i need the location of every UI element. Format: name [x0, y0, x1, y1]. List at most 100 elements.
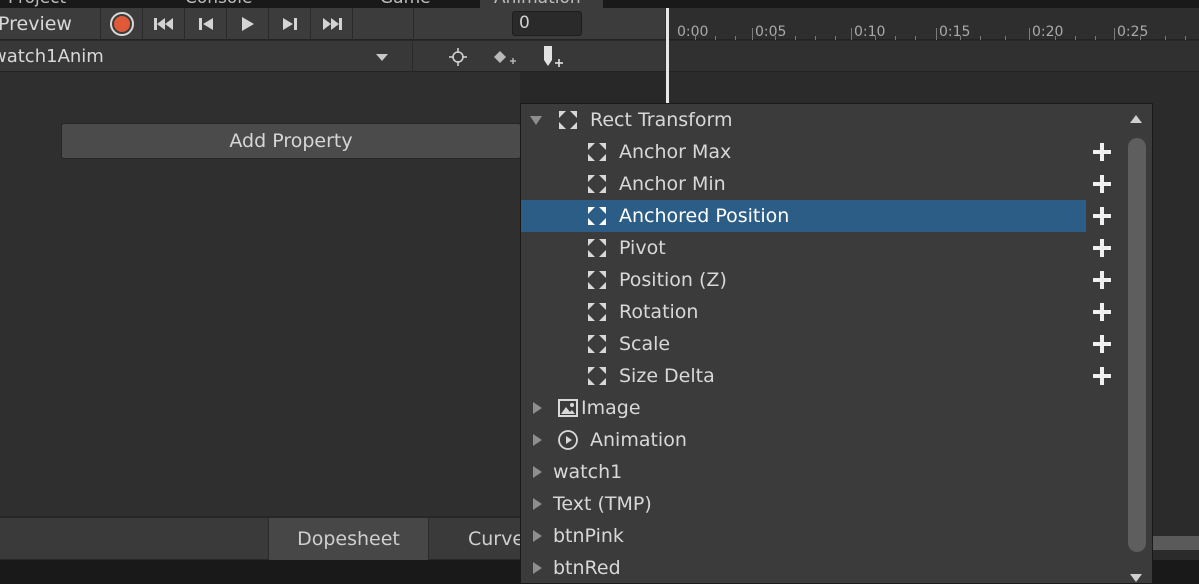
view-mode-tabs: Dopesheet Curves [0, 517, 520, 560]
tree-group-text-tmp[interactable]: Text (TMP) [521, 488, 1086, 520]
tree-group-label: Text (TMP) [553, 493, 652, 515]
add-keyframe-icon [494, 50, 516, 64]
window-tab-strip: Project Console Game Animation [0, 0, 1199, 8]
property-scale[interactable]: Scale [521, 328, 1086, 360]
property-pivot[interactable]: Pivot [521, 232, 1086, 264]
filter-selection-button[interactable] [435, 41, 481, 72]
tree-group-btnred[interactable]: btnRed [521, 552, 1086, 583]
tree-group-label: watch1 [553, 461, 623, 483]
tree-group-label: Image [581, 397, 641, 419]
add-property-plus-icon[interactable] [1091, 237, 1113, 259]
animation-component-icon [558, 430, 578, 450]
previous-keyframe-button[interactable] [185, 8, 227, 40]
rect-transform-icon [588, 207, 606, 225]
add-keyframe-button[interactable] [482, 41, 528, 72]
rect-transform-icon [588, 367, 606, 385]
minor-tick [1005, 36, 1006, 40]
play-button[interactable] [227, 8, 269, 40]
property-label: Pivot [619, 237, 666, 259]
property-label: Scale [619, 333, 671, 355]
minor-tick [915, 36, 916, 40]
next-keyframe-button[interactable] [269, 8, 311, 40]
tree-group-image[interactable]: Image [521, 392, 1086, 424]
rect-transform-icon [588, 335, 606, 353]
major-tick [936, 28, 937, 40]
minor-tick [775, 36, 776, 40]
tree-group-btnpink[interactable]: btnPink [521, 520, 1086, 552]
add-property-button[interactable]: Add Property [61, 123, 521, 159]
first-keyframe-button[interactable] [143, 8, 185, 40]
clip-name: watch1Anim [0, 46, 104, 67]
property-label: Anchor Max [619, 141, 732, 163]
tab-dopesheet[interactable]: Dopesheet [268, 518, 429, 560]
timeline-event-row[interactable] [665, 41, 1199, 72]
tick-label: 0:25 [1117, 24, 1149, 40]
property-size-delta[interactable]: Size Delta [521, 360, 1086, 392]
add-property-plus-icon[interactable] [1091, 301, 1113, 323]
tab-game[interactable]: Game [380, 0, 431, 8]
tab-curves[interactable]: Curves [430, 518, 520, 560]
minor-tick [895, 36, 896, 40]
foldout-closed-icon [533, 434, 542, 446]
record-icon [109, 12, 134, 36]
add-property-plus-icon[interactable] [1091, 173, 1113, 195]
property-label: Anchor Min [619, 173, 726, 195]
minor-tick [815, 36, 816, 40]
rect-transform-icon [588, 239, 606, 257]
last-keyframe-button[interactable] [311, 8, 353, 40]
minor-tick [1185, 36, 1186, 40]
tree-group-label: btnRed [553, 557, 621, 579]
minor-tick [835, 36, 836, 40]
dropdown-arrow-icon [376, 54, 388, 61]
foldout-closed-icon [533, 466, 542, 478]
preview-button[interactable]: Preview [0, 8, 101, 40]
rect-transform-icon [588, 143, 606, 161]
tree-group-animation[interactable]: Animation [521, 424, 1086, 456]
tab-project[interactable]: Project [8, 0, 66, 8]
clip-dropdown[interactable]: watch1Anim [0, 41, 413, 72]
tick-label: 0:15 [939, 24, 971, 40]
playhead[interactable] [666, 8, 669, 104]
add-property-plus-icon[interactable] [1091, 269, 1113, 291]
timeline-ruler[interactable]: 0:00 0:05 0:10 0:15 0:20 0:25 [665, 8, 1199, 40]
minor-tick [875, 36, 876, 40]
scroll-up-arrow-icon[interactable] [1130, 115, 1142, 123]
tree-group-watch1[interactable]: watch1 [521, 456, 1086, 488]
tab-animation[interactable]: Animation [480, 0, 603, 8]
tick-label: 0:05 [755, 24, 787, 40]
tick-label: 0:10 [854, 24, 886, 40]
rect-transform-icon [588, 303, 606, 321]
minor-tick [735, 36, 736, 40]
frame-field[interactable]: 0 [512, 11, 582, 36]
image-icon [558, 399, 578, 417]
property-label: Position (Z) [619, 269, 727, 291]
popup-scrollbar[interactable] [1124, 104, 1152, 583]
major-tick [1029, 28, 1030, 40]
add-event-button[interactable] [530, 41, 576, 72]
clip-toolbar: watch1Anim [0, 41, 665, 72]
property-anchor-min[interactable]: Anchor Min [521, 168, 1086, 200]
property-anchored-position[interactable]: Anchored Position [521, 200, 1086, 232]
rect-transform-icon [588, 271, 606, 289]
skip-to-start-icon [153, 18, 173, 30]
property-rotation[interactable]: Rotation [521, 296, 1086, 328]
minor-tick [1095, 36, 1096, 40]
rect-transform-icon [588, 175, 606, 193]
tick-label: 0:00 [677, 24, 709, 40]
add-property-plus-icon[interactable] [1091, 333, 1113, 355]
scroll-thumb[interactable] [1128, 138, 1146, 552]
major-tick [752, 28, 753, 40]
tree-group-rect-transform[interactable]: Rect Transform [521, 104, 1086, 136]
add-property-plus-icon[interactable] [1091, 205, 1113, 227]
property-position-z[interactable]: Position (Z) [521, 264, 1086, 296]
add-property-popup: Rect Transform Anchor Max Anchor Min Anc… [520, 103, 1153, 584]
tab-console[interactable]: Console [185, 0, 253, 8]
scroll-down-arrow-icon[interactable] [1130, 574, 1142, 582]
preview-label: Preview [0, 13, 72, 35]
property-anchor-max[interactable]: Anchor Max [521, 136, 1086, 168]
minor-tick [795, 36, 796, 40]
add-property-plus-icon[interactable] [1091, 365, 1113, 387]
add-property-plus-icon[interactable] [1091, 141, 1113, 163]
record-button[interactable] [101, 8, 143, 40]
major-tick [1114, 28, 1115, 40]
